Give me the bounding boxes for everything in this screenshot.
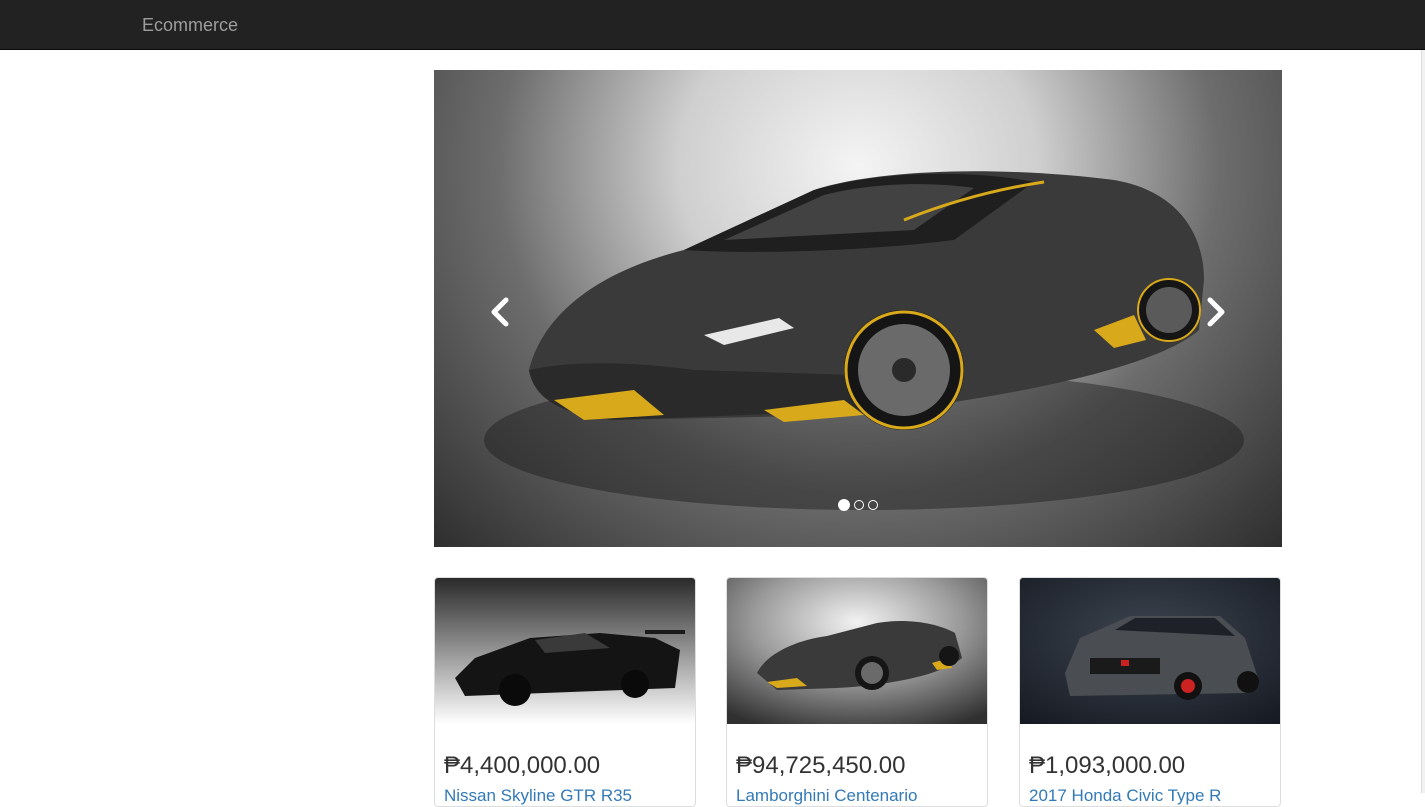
- product-title-link[interactable]: 2017 Honda Civic Type R: [1029, 786, 1221, 806]
- product-price: ₱4,400,000.00: [444, 752, 601, 779]
- carousel-indicator-2[interactable]: [854, 500, 864, 510]
- product-price: ₱1,093,000.00: [1029, 752, 1186, 779]
- product-title-link[interactable]: Lamborghini Centenario: [736, 786, 917, 806]
- navbar: Ecommerce: [0, 0, 1425, 50]
- carousel-indicator-3[interactable]: [868, 500, 878, 510]
- product-card: ₱94,725,450.00 Lamborghini Centenario: [726, 577, 988, 807]
- hero-carousel: [434, 70, 1282, 547]
- product-image[interactable]: [1020, 578, 1280, 724]
- carousel-prev-button[interactable]: [480, 290, 520, 334]
- carousel-next-button[interactable]: [1196, 290, 1236, 334]
- product-card: ₱1,093,000.00 2017 Honda Civic Type R: [1019, 577, 1281, 807]
- chevron-right-icon: [1207, 297, 1225, 327]
- product-card: ₱4,400,000.00 Nissan Skyline GTR R35: [434, 577, 696, 807]
- carousel-slide-image: [484, 171, 1244, 510]
- carousel-indicator-1[interactable]: [838, 499, 850, 511]
- product-image[interactable]: [727, 578, 987, 724]
- carousel-indicators: [434, 499, 1282, 511]
- product-image[interactable]: [435, 578, 695, 724]
- scrollbar[interactable]: [1421, 50, 1425, 793]
- brand-link[interactable]: Ecommerce: [142, 14, 238, 36]
- chevron-left-icon: [491, 297, 509, 327]
- product-price: ₱94,725,450.00: [736, 752, 906, 779]
- product-title-link[interactable]: Nissan Skyline GTR R35: [444, 786, 632, 806]
